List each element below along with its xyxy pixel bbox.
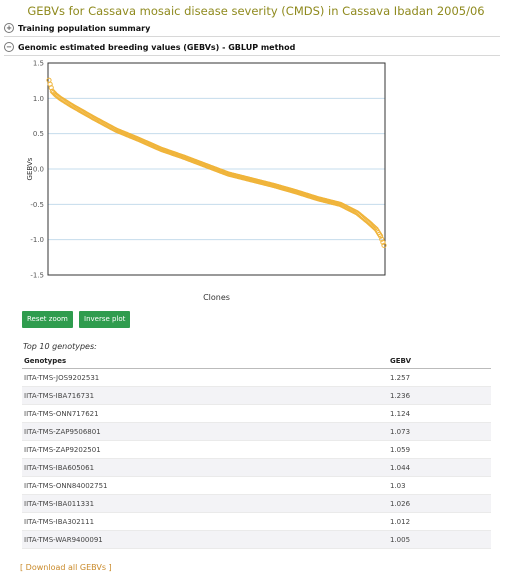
- genotype-cell: IITA-TMS-ONN84002751: [22, 476, 388, 495]
- table-row: IITA-TMS-WAR9400091 1.005: [22, 530, 491, 549]
- y-tick-label: 1.5: [33, 60, 44, 68]
- x-axis-label: Clones: [203, 293, 230, 302]
- column-header-gebv: GEBV: [388, 353, 491, 369]
- gebv-cell: 1.236: [388, 386, 491, 405]
- genotype-cell: IITA-TMS-IBA302111: [22, 512, 388, 531]
- top10-table: Genotypes GEBV IITA-TMS-JOS9202531 1.257 I…: [22, 353, 491, 549]
- genotype-cell: IITA-TMS-JOS9202531: [22, 368, 388, 387]
- training-summary-header[interactable]: + Training population summary: [4, 20, 500, 37]
- gebv-cell: 1.059: [388, 440, 491, 459]
- table-row: IITA-TMS-ZAP9202501 1.059: [22, 440, 491, 459]
- table-row: IITA-TMS-IBA605061 1.044: [22, 458, 491, 477]
- inverse-plot-button[interactable]: Inverse plot: [79, 311, 131, 328]
- gebv-chart-svg[interactable]: 1.5 1.0 0.5 0.0 -0.5 -1.0 -1.5 GEBVs Clones: [0, 58, 512, 304]
- reset-zoom-button[interactable]: Reset zoom: [22, 311, 73, 328]
- page-title: GEBVs for Cassava mosaic disease severit…: [27, 4, 485, 18]
- top10-heading: Top 10 genotypes:: [23, 342, 97, 351]
- expand-icon[interactable]: +: [4, 23, 14, 33]
- gebv-cell: 1.026: [388, 494, 491, 513]
- table-row: IITA-TMS-IBA302111 1.012: [22, 512, 491, 531]
- table-row: IITA-TMS-ONN717621 1.124: [22, 404, 491, 423]
- gebv-cell: 1.073: [388, 422, 491, 441]
- table-row: IITA-TMS-IBA716731 1.236: [22, 386, 491, 405]
- table-row: IITA-TMS-ZAP9506801 1.073: [22, 422, 491, 441]
- y-tick-label: -1.0: [30, 236, 44, 244]
- table-row: IITA-TMS-ONN84002751 1.03: [22, 476, 491, 495]
- gebv-cell: 1.03: [388, 476, 491, 495]
- y-tick-label: 0.5: [33, 130, 44, 138]
- gebv-cell: 1.124: [388, 404, 491, 423]
- download-all-gebvs-link[interactable]: Download all GEBVs: [26, 563, 106, 572]
- genotype-cell: IITA-TMS-WAR9400091: [22, 530, 388, 549]
- gebv-section-label: Genomic estimated breeding values (GEBVs…: [18, 42, 296, 52]
- genotype-cell: IITA-TMS-ZAP9506801: [22, 422, 388, 441]
- collapse-icon[interactable]: −: [4, 42, 14, 52]
- download-line: [ Download all GEBVs ]: [20, 563, 112, 572]
- genotype-cell: IITA-TMS-ZAP9202501: [22, 440, 388, 459]
- table-row: IITA-TMS-IBA011331 1.026: [22, 494, 491, 513]
- gebv-section-header[interactable]: − Genomic estimated breeding values (GEB…: [4, 39, 500, 56]
- y-tick-label: 0.0: [33, 166, 44, 174]
- gebv-cell: 1.257: [388, 368, 491, 387]
- table-row: IITA-TMS-JOS9202531 1.257: [22, 368, 491, 387]
- column-header-genotypes: Genotypes: [22, 353, 388, 369]
- gebv-cell: 1.005: [388, 530, 491, 549]
- training-summary-label: Training population summary: [18, 23, 151, 33]
- y-tick-label: 1.0: [33, 95, 44, 103]
- genotype-cell: IITA-TMS-IBA011331: [22, 494, 388, 513]
- gebv-cell: 1.044: [388, 458, 491, 477]
- y-tick-label: -0.5: [30, 201, 44, 209]
- gebv-plot[interactable]: 1.5 1.0 0.5 0.0 -0.5 -1.0 -1.5 GEBVs Clones: [0, 58, 512, 304]
- y-tick-label: -1.5: [30, 272, 44, 280]
- download-bracket-close: ]: [106, 563, 112, 572]
- table-header-row: Genotypes GEBV: [22, 353, 491, 369]
- genotype-cell: IITA-TMS-IBA716731: [22, 386, 388, 405]
- gebv-cell: 1.012: [388, 512, 491, 531]
- genotype-cell: IITA-TMS-IBA605061: [22, 458, 388, 477]
- y-axis-label: GEBVs: [26, 157, 34, 180]
- genotype-cell: IITA-TMS-ONN717621: [22, 404, 388, 423]
